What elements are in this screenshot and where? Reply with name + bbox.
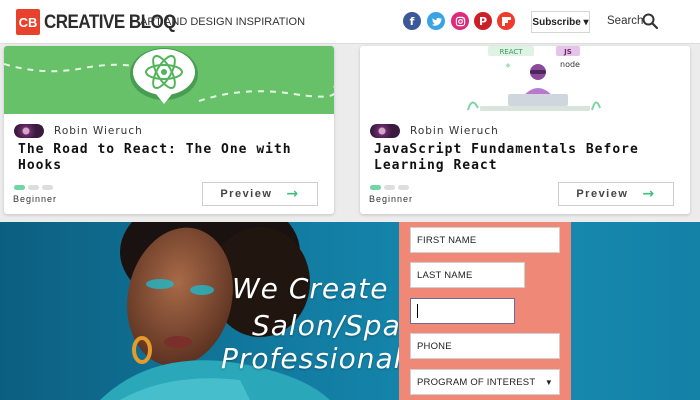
search-label[interactable]: Search: [607, 15, 643, 27]
site-header: CB CREATIVE BLOQ ART AND DESIGN INSPIRAT…: [0, 0, 700, 44]
svg-text:REACT: REACT: [499, 48, 523, 56]
author-name: Robin Wieruch: [410, 125, 499, 137]
author-avatar: [370, 124, 400, 138]
author-avatar: [14, 124, 44, 138]
svg-text:JS: JS: [563, 48, 572, 56]
svg-text:⚛: ⚛: [505, 62, 511, 70]
program-select-label: PROGRAM OF INTEREST: [417, 376, 536, 388]
facebook-icon[interactable]: f: [403, 12, 421, 30]
advertisement-banner[interactable]: We Create Salon/Spa Professionals FIRST …: [0, 222, 700, 400]
pinterest-icon[interactable]: P: [474, 12, 492, 30]
site-tagline: ART AND DESIGN INSPIRATION: [140, 16, 306, 28]
flipboard-icon[interactable]: [497, 12, 515, 30]
preview-button[interactable]: Preview →: [202, 182, 318, 206]
phone-field[interactable]: PHONE: [410, 333, 560, 359]
course-title[interactable]: The Road to React: The One with Hooks: [18, 142, 318, 174]
program-select[interactable]: PROGRAM OF INTEREST ▼: [410, 369, 560, 395]
twitter-icon[interactable]: [427, 12, 445, 30]
course-banner-react: [4, 46, 334, 114]
email-field[interactable]: [410, 298, 515, 324]
course-level: Beginner: [369, 194, 414, 204]
ad-headline-line-2: Salon/Spa: [252, 309, 401, 342]
logo-badge: CB: [16, 9, 40, 35]
svg-text:node: node: [560, 60, 580, 69]
ad-headline-line-1: We Create: [232, 272, 389, 305]
subscribe-button[interactable]: Subscribe ▾: [531, 11, 590, 33]
course-card[interactable]: Robin Wieruch The Road to React: The One…: [4, 46, 334, 214]
ad-headline-line-3: Professionals: [221, 342, 418, 375]
preview-label: Preview: [576, 188, 629, 200]
search-icon[interactable]: [642, 13, 658, 29]
lead-form: FIRST NAME LAST NAME PHONE PROGRAM OF IN…: [399, 222, 571, 400]
level-indicator: [14, 185, 53, 190]
course-banner-javascript: REACT JS ⚛ node: [360, 46, 690, 114]
preview-button[interactable]: Preview →: [558, 182, 674, 206]
text-cursor: [417, 304, 418, 318]
first-name-field[interactable]: FIRST NAME: [410, 227, 560, 253]
course-title[interactable]: JavaScript Fundamentals Before Learning …: [374, 142, 674, 174]
instagram-icon[interactable]: [451, 12, 469, 30]
last-name-field[interactable]: LAST NAME: [410, 262, 525, 288]
course-card[interactable]: REACT JS ⚛ node Robin Wieruch JavaScript…: [360, 46, 690, 214]
course-level: Beginner: [13, 194, 58, 204]
level-indicator: [370, 185, 409, 190]
arrow-right-icon: →: [642, 186, 656, 202]
author-name: Robin Wieruch: [54, 125, 143, 137]
chevron-down-icon: ▼: [544, 377, 553, 387]
preview-label: Preview: [220, 188, 273, 200]
arrow-right-icon: →: [286, 186, 300, 202]
